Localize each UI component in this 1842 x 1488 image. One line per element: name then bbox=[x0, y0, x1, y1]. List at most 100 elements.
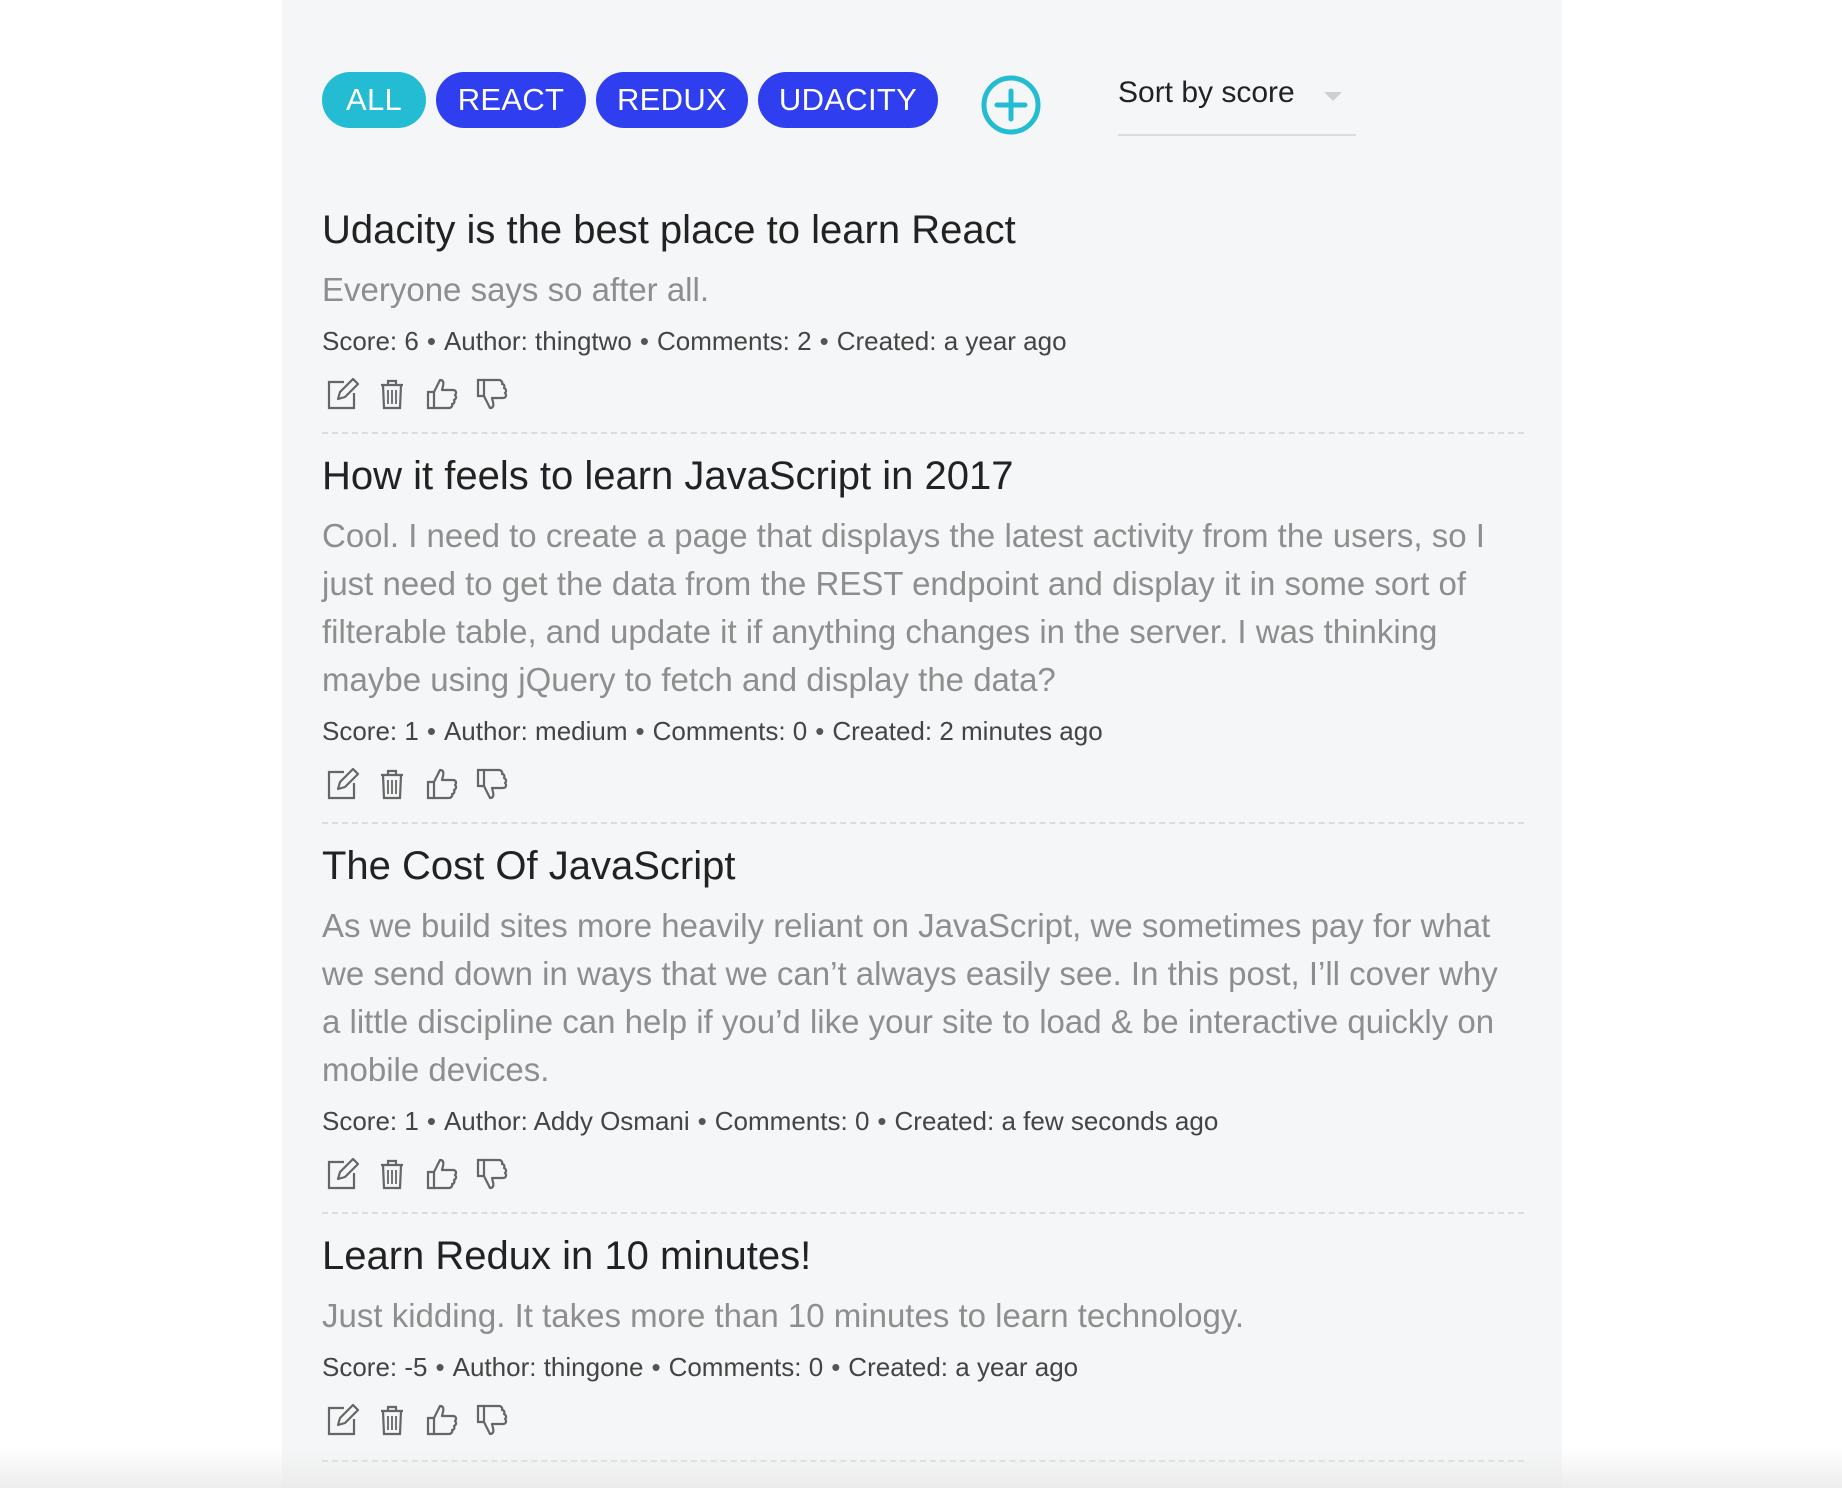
thumbs-down-icon bbox=[476, 378, 508, 410]
downvote-button[interactable] bbox=[474, 1402, 510, 1438]
category-chip-udacity[interactable]: UDACITY bbox=[758, 72, 938, 128]
sort-label: Sort by score bbox=[1118, 76, 1295, 109]
created-label: Created: bbox=[848, 1352, 949, 1382]
meta-separator: • bbox=[426, 1106, 436, 1136]
meta-separator: • bbox=[426, 716, 436, 746]
upvote-button[interactable] bbox=[424, 1156, 460, 1192]
post-body: Cool. I need to create a page that displ… bbox=[322, 517, 1485, 698]
author-label: Author: bbox=[443, 1106, 528, 1136]
meta-separator: • bbox=[651, 1352, 661, 1382]
post-item: The Cost Of JavaScript As we build sites… bbox=[322, 836, 1524, 1214]
post-body: As we build sites more heavily reliant o… bbox=[322, 907, 1498, 1088]
author-label: Author: bbox=[443, 326, 528, 356]
score-label: Score: bbox=[322, 716, 398, 746]
post-meta: Score: 6 • Author: thingtwo • Comments: 2 • Cr… bbox=[322, 326, 1067, 357]
created-label: Created: bbox=[894, 1106, 995, 1136]
score-label: Score: bbox=[322, 1106, 398, 1136]
meta-separator: • bbox=[831, 1352, 841, 1382]
post-item: Udacity is the best place to learn React… bbox=[322, 200, 1524, 434]
post-title[interactable]: How it feels to learn JavaScript in 2017 bbox=[322, 454, 1013, 499]
author-label: Author: bbox=[452, 1352, 537, 1382]
author-value: medium bbox=[535, 716, 628, 746]
meta-separator: • bbox=[877, 1106, 887, 1136]
created-value: a year ago bbox=[943, 326, 1067, 356]
edit-icon bbox=[327, 377, 360, 410]
upvote-button[interactable] bbox=[424, 766, 460, 802]
comments-value: 2 bbox=[797, 326, 812, 356]
downvote-button[interactable] bbox=[474, 1156, 510, 1192]
author-value: Addy Osmani bbox=[533, 1106, 690, 1136]
downvote-button[interactable] bbox=[474, 376, 510, 412]
score-label: Score: bbox=[322, 1352, 398, 1382]
chevron-down-icon bbox=[1324, 92, 1342, 101]
thumbs-up-icon bbox=[426, 378, 458, 410]
delete-button[interactable] bbox=[374, 766, 410, 802]
created-value: a few seconds ago bbox=[1001, 1106, 1219, 1136]
created-value: a year ago bbox=[955, 1352, 1079, 1382]
delete-button[interactable] bbox=[374, 1402, 410, 1438]
thumbs-up-icon bbox=[426, 768, 458, 800]
category-chip-redux[interactable]: REDUX bbox=[596, 72, 748, 128]
created-value: 2 minutes ago bbox=[939, 716, 1103, 746]
comments-label: Comments: bbox=[656, 326, 790, 356]
edit-icon bbox=[327, 1157, 360, 1190]
thumbs-down-icon bbox=[476, 1158, 508, 1190]
meta-separator: • bbox=[426, 326, 436, 356]
post-meta: Score: -5 • Author: thingone • Comments: 0 • C… bbox=[322, 1352, 1078, 1383]
author-value: thingone bbox=[543, 1352, 644, 1382]
comments-label: Comments: bbox=[652, 716, 786, 746]
category-chip-all[interactable]: ALL bbox=[322, 72, 426, 128]
created-label: Created: bbox=[836, 326, 937, 356]
post-body: Just kidding. It takes more than 10 minu… bbox=[322, 1297, 1245, 1334]
post-body: Everyone says so after all. bbox=[322, 271, 710, 308]
downvote-button[interactable] bbox=[474, 766, 510, 802]
meta-separator: • bbox=[815, 716, 825, 746]
delete-button[interactable] bbox=[374, 376, 410, 412]
filter-toolbar: ALL REACT REDUX UDACITY Sort by score bbox=[322, 72, 1524, 136]
edit-icon bbox=[327, 1403, 360, 1436]
post-meta: Score: 1 • Author: Addy Osmani • Comments: 0… bbox=[322, 1106, 1218, 1137]
delete-button[interactable] bbox=[374, 1156, 410, 1192]
upvote-button[interactable] bbox=[424, 1402, 460, 1438]
comments-value: 0 bbox=[808, 1352, 824, 1382]
thumbs-up-icon bbox=[426, 1158, 458, 1190]
trash-icon bbox=[381, 379, 403, 410]
score-value: -5 bbox=[404, 1352, 428, 1382]
meta-separator: • bbox=[639, 326, 649, 356]
meta-separator: • bbox=[697, 1106, 707, 1136]
meta-separator: • bbox=[635, 716, 645, 746]
edit-button[interactable] bbox=[324, 766, 360, 802]
upvote-button[interactable] bbox=[424, 376, 460, 412]
main-panel: ALL REACT REDUX UDACITY Sort by score Ud… bbox=[282, 0, 1562, 1488]
score-value: 1 bbox=[404, 1106, 419, 1136]
thumbs-down-icon bbox=[476, 1404, 508, 1436]
author-label: Author: bbox=[443, 716, 528, 746]
score-value: 1 bbox=[404, 716, 419, 746]
trash-icon bbox=[381, 769, 403, 800]
sort-dropdown[interactable]: Sort by score bbox=[1118, 72, 1356, 136]
edit-button[interactable] bbox=[324, 376, 360, 412]
edit-icon bbox=[327, 767, 360, 800]
plus-circle-icon bbox=[981, 75, 1041, 135]
comments-label: Comments: bbox=[668, 1352, 802, 1382]
post-meta: Score: 1 • Author: medium • Comments: 0 • Crea… bbox=[322, 716, 1103, 747]
category-chip-react[interactable]: REACT bbox=[436, 72, 586, 128]
edit-button[interactable] bbox=[324, 1156, 360, 1192]
meta-separator: • bbox=[435, 1352, 445, 1382]
score-label: Score: bbox=[322, 326, 398, 356]
post-title[interactable]: Learn Redux in 10 minutes! bbox=[322, 1234, 811, 1279]
comments-value: 0 bbox=[854, 1106, 870, 1136]
thumbs-down-icon bbox=[476, 768, 508, 800]
meta-separator: • bbox=[819, 326, 829, 356]
created-label: Created: bbox=[832, 716, 933, 746]
post-item: Learn Redux in 10 minutes! Just kidding.… bbox=[322, 1226, 1524, 1462]
post-title[interactable]: Udacity is the best place to learn React bbox=[322, 208, 1016, 253]
post-title[interactable]: The Cost Of JavaScript bbox=[322, 844, 735, 889]
author-value: thingtwo bbox=[535, 326, 632, 356]
post-item: How it feels to learn JavaScript in 2017… bbox=[322, 446, 1524, 824]
add-post-button[interactable] bbox=[980, 74, 1042, 136]
comments-label: Comments: bbox=[714, 1106, 848, 1136]
edit-button[interactable] bbox=[324, 1402, 360, 1438]
trash-icon bbox=[381, 1159, 403, 1190]
thumbs-up-icon bbox=[426, 1404, 458, 1436]
